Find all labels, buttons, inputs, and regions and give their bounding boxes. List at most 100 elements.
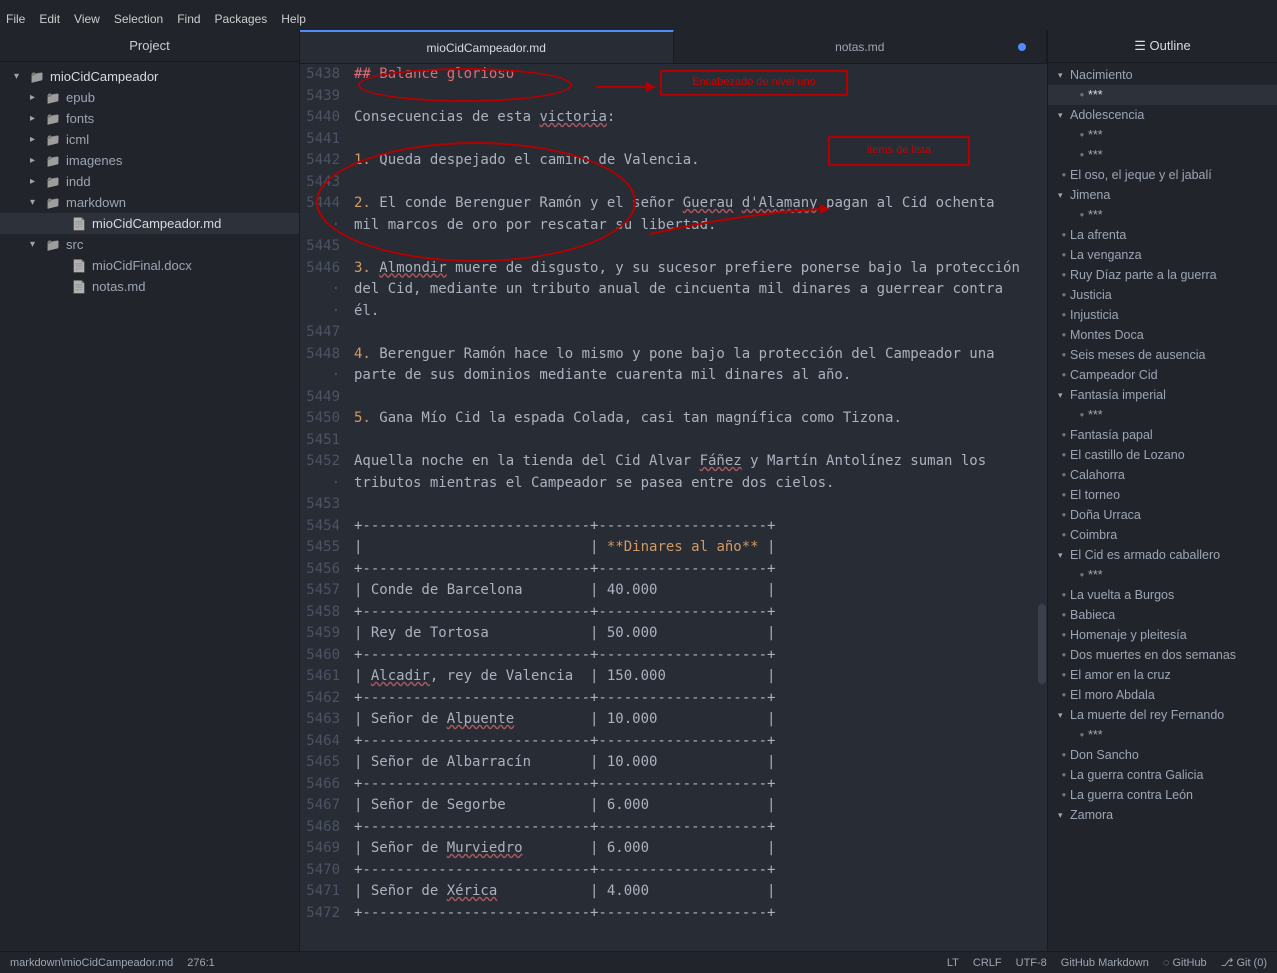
outline-item[interactable]: •Justicia bbox=[1048, 285, 1277, 305]
text-editor[interactable]: 5438543954405441544254435444·54455446··5… bbox=[300, 64, 1047, 951]
tree-item[interactable]: ▾markdown bbox=[0, 192, 299, 213]
bullet-icon: • bbox=[1058, 328, 1070, 342]
menu-view[interactable]: View bbox=[74, 12, 100, 26]
tree-item-label: icml bbox=[66, 132, 89, 147]
outline-item[interactable]: •*** bbox=[1048, 725, 1277, 745]
status-encoding[interactable]: UTF-8 bbox=[1016, 957, 1047, 969]
outline-item[interactable]: •El castillo de Lozano bbox=[1048, 445, 1277, 465]
outline-item[interactable]: •La afrenta bbox=[1048, 225, 1277, 245]
outline-list[interactable]: ▾Nacimiento•***▾Adolescencia•***•***•El … bbox=[1048, 63, 1277, 951]
chevron-down-icon: ▾ bbox=[1058, 190, 1070, 201]
status-git[interactable]: ⎇ Git (0) bbox=[1221, 956, 1267, 969]
outline-item[interactable]: •Calahorra bbox=[1048, 465, 1277, 485]
bullet-icon: • bbox=[1058, 288, 1070, 302]
tab-notas[interactable]: notas.md bbox=[674, 30, 1048, 63]
outline-panel: ☰ Outline ▾Nacimiento•***▾Adolescencia•*… bbox=[1047, 30, 1277, 951]
outline-item[interactable]: •*** bbox=[1048, 405, 1277, 425]
outline-item[interactable]: •Homenaje y pleitesía bbox=[1048, 625, 1277, 645]
status-cursor-pos[interactable]: 276:1 bbox=[187, 957, 215, 969]
status-filepath[interactable]: markdown\mioCidCampeador.md bbox=[10, 957, 173, 969]
status-github[interactable]: ◌ GitHub bbox=[1163, 957, 1207, 969]
menu-selection[interactable]: Selection bbox=[114, 12, 163, 26]
tree-item[interactable]: ▾src bbox=[0, 234, 299, 255]
menu-edit[interactable]: Edit bbox=[39, 12, 60, 26]
outline-item[interactable]: ▾El Cid es armado caballero bbox=[1048, 545, 1277, 565]
tree-item[interactable]: mioCidFinal.docx bbox=[0, 255, 299, 276]
outline-item[interactable]: •*** bbox=[1048, 125, 1277, 145]
outline-item-label: La muerte del rey Fernando bbox=[1070, 708, 1224, 722]
outline-item[interactable]: •El torneo bbox=[1048, 485, 1277, 505]
outline-item[interactable]: ▾Adolescencia bbox=[1048, 105, 1277, 125]
outline-item[interactable]: •Babieca bbox=[1048, 605, 1277, 625]
outline-header: ☰ Outline bbox=[1048, 30, 1277, 63]
outline-item[interactable]: ▾Nacimiento bbox=[1048, 65, 1277, 85]
outline-item-label: *** bbox=[1088, 128, 1103, 142]
outline-item[interactable]: •El moro Abdala bbox=[1048, 685, 1277, 705]
bullet-icon: • bbox=[1058, 648, 1070, 662]
tree-item[interactable]: ▸icml bbox=[0, 129, 299, 150]
outline-item[interactable]: •Fantasía papal bbox=[1048, 425, 1277, 445]
tree-item-label: indd bbox=[66, 174, 91, 189]
outline-item-label: El torneo bbox=[1070, 488, 1120, 502]
bullet-icon: • bbox=[1058, 588, 1070, 602]
outline-item[interactable]: •Seis meses de ausencia bbox=[1048, 345, 1277, 365]
outline-item[interactable]: •Injusticia bbox=[1048, 305, 1277, 325]
outline-item[interactable]: •La guerra contra Galicia bbox=[1048, 765, 1277, 785]
outline-item[interactable]: •Doña Urraca bbox=[1048, 505, 1277, 525]
tree-item[interactable]: ▸imagenes bbox=[0, 150, 299, 171]
outline-item[interactable]: •Montes Doca bbox=[1048, 325, 1277, 345]
editor-scrollbar[interactable] bbox=[1037, 64, 1047, 951]
tree-item-label: markdown bbox=[66, 195, 126, 210]
outline-item[interactable]: •El oso, el jeque y el jabalí bbox=[1048, 165, 1277, 185]
bullet-icon: • bbox=[1058, 168, 1070, 182]
outline-item[interactable]: •El amor en la cruz bbox=[1048, 665, 1277, 685]
outline-item[interactable]: ▾Fantasía imperial bbox=[1048, 385, 1277, 405]
tree-item[interactable]: notas.md bbox=[0, 276, 299, 297]
outline-item[interactable]: •Don Sancho bbox=[1048, 745, 1277, 765]
outline-item[interactable]: •La venganza bbox=[1048, 245, 1277, 265]
outline-item[interactable]: •*** bbox=[1048, 205, 1277, 225]
outline-item-label: *** bbox=[1088, 568, 1103, 582]
tree-item[interactable]: ▸epub bbox=[0, 87, 299, 108]
scrollbar-thumb[interactable] bbox=[1038, 604, 1046, 684]
outline-item[interactable]: •Dos muertes en dos semanas bbox=[1048, 645, 1277, 665]
bullet-icon: • bbox=[1058, 528, 1070, 542]
tree-root[interactable]: ▾ mioCidCampeador bbox=[0, 66, 299, 87]
outline-item[interactable]: •Coimbra bbox=[1048, 525, 1277, 545]
folder-icon bbox=[44, 90, 62, 105]
status-grammar[interactable]: GitHub Markdown bbox=[1061, 957, 1149, 969]
outline-item[interactable]: •Ruy Díaz parte a la guerra bbox=[1048, 265, 1277, 285]
outline-item-label: Nacimiento bbox=[1070, 68, 1133, 82]
tab-miocidcampeador[interactable]: mioCidCampeador.md bbox=[300, 30, 674, 63]
outline-item[interactable]: •*** bbox=[1048, 145, 1277, 165]
chevron-down-icon: ▾ bbox=[1058, 110, 1070, 121]
outline-item-label: Fantasía imperial bbox=[1070, 388, 1166, 402]
outline-item-label: Calahorra bbox=[1070, 468, 1125, 482]
menu-help[interactable]: Help bbox=[281, 12, 306, 26]
outline-item[interactable]: •*** bbox=[1048, 565, 1277, 585]
menu-find[interactable]: Find bbox=[177, 12, 200, 26]
outline-item-label: Babieca bbox=[1070, 608, 1115, 622]
outline-item[interactable]: ▾Zamora bbox=[1048, 805, 1277, 825]
project-tree[interactable]: ▾ mioCidCampeador ▸epub▸fonts▸icml▸image… bbox=[0, 62, 299, 951]
menu-file[interactable]: File bbox=[6, 12, 25, 26]
menu-packages[interactable]: Packages bbox=[215, 12, 268, 26]
outline-item[interactable]: ▾La muerte del rey Fernando bbox=[1048, 705, 1277, 725]
outline-item[interactable]: •La vuelta a Burgos bbox=[1048, 585, 1277, 605]
outline-item[interactable]: •La guerra contra León bbox=[1048, 785, 1277, 805]
outline-item[interactable]: ▾Jimena bbox=[1048, 185, 1277, 205]
tree-item[interactable]: ▸fonts bbox=[0, 108, 299, 129]
tree-root-label: mioCidCampeador bbox=[50, 69, 158, 84]
bullet-icon: • bbox=[1058, 668, 1070, 682]
folder-icon bbox=[44, 153, 62, 168]
code-content[interactable]: ## Balance glorioso Consecuencias de est… bbox=[354, 64, 1047, 951]
tree-item[interactable]: mioCidCampeador.md bbox=[0, 213, 299, 234]
status-lt[interactable]: LT bbox=[947, 957, 959, 969]
tree-item[interactable]: ▸indd bbox=[0, 171, 299, 192]
outline-item-label: Ruy Díaz parte a la guerra bbox=[1070, 268, 1217, 282]
outline-item[interactable]: •*** bbox=[1048, 85, 1277, 105]
file-icon bbox=[70, 279, 88, 294]
outline-item-label: El castillo de Lozano bbox=[1070, 448, 1185, 462]
status-eol[interactable]: CRLF bbox=[973, 957, 1002, 969]
outline-item[interactable]: •Campeador Cid bbox=[1048, 365, 1277, 385]
